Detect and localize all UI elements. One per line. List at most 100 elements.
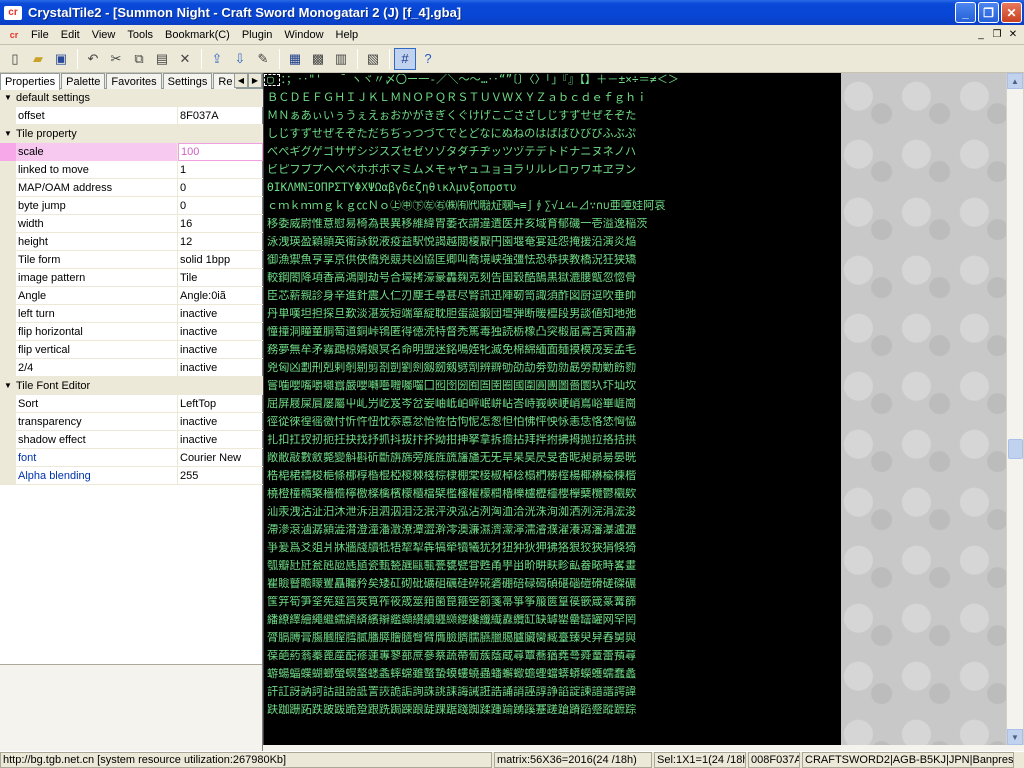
tile-row[interactable]: 敞敝敲數斂斃變斛斟斫斷旃旆旁旄旌旒旛旙无旡旱杲昊昃旻杳昵昶昴昜晏晄 xyxy=(267,452,841,470)
delete-icon[interactable]: ✕ xyxy=(174,48,196,70)
prop-height[interactable]: height 12 xyxy=(0,232,263,251)
prop-map-oam-address[interactable]: MAP/OAM address 0 xyxy=(0,178,263,197)
export-icon[interactable]: ⇪ xyxy=(206,48,228,70)
tile-row[interactable]: 兇匈凶劃刑剋剌剞剔剪剳剴劉劍劔劒剱劈劑辨辧劬劭劼劵勁勍勗勞勣勦飭勠 xyxy=(267,362,841,380)
collapse-icon[interactable]: ▼ xyxy=(0,93,16,102)
tile-row[interactable]: 徑從徠徨徭徼忖忻忤忸忱忝悳忿怡恠怙怐怩怎怱怛怕怫怦怏怺恚恁恪恷恟恊 xyxy=(267,416,841,434)
prop-value[interactable]: inactive xyxy=(178,413,263,431)
import-image-icon[interactable]: ▧ xyxy=(362,48,384,70)
prop-value[interactable]: 1 xyxy=(178,161,263,179)
prop-sort[interactable]: Sort LeftTop xyxy=(0,394,263,413)
menu-view[interactable]: View xyxy=(86,25,122,45)
prop-value[interactable]: inactive xyxy=(178,323,263,341)
tile-row[interactable]: ΘΙΚΛΜΝΞΟΠΡΣΤΥΦΧΨΩαβγδεζηθικλμνξοπρστυ xyxy=(267,182,841,200)
tile-row[interactable]: 御漁禦魚亨享京供侠僑兇競共凶協匡卿叫喬境峡強彊怯恐恭挟教橋況狂狭矯 xyxy=(267,254,841,272)
collapse-icon[interactable]: ▼ xyxy=(0,129,16,138)
tile-row[interactable]: 移委威尉惟意慰易椅為畏異移維緯胃萎衣謂違遺医井亥域育郁磯一壱溢逸稲茨 xyxy=(267,218,841,236)
tab-favorites[interactable]: Favorites xyxy=(106,73,162,89)
undo-icon[interactable]: ↶ xyxy=(82,48,104,70)
tile-row[interactable]: 瓠瓣瓧瓩瓮瓲瓰瓱瓸瓷甄甃甅甌甎甍甕甓甞甦甬甼畄畍畊畉畛畆畚畩畤畧畫 xyxy=(267,560,841,578)
tile-row[interactable]: 嘗噛嚶嘴嚼囃囂嚴嚶囀囈囎囑囓囗囮囹圀囿圄圉圈國圍圓團圖嗇圜圦圷圸坎 xyxy=(267,380,841,398)
help-icon[interactable]: ? xyxy=(417,48,439,70)
prop-tile-form[interactable]: Tile form solid 1bpp xyxy=(0,250,263,269)
tile-row[interactable]: 橈橙橦橢檠檣檐檸檄檪檎檳檬櫃檔檗檻櫁櫂檬櫚櫓櫟櫨櫪櫺櫻欅蘖欖鬱欟欸 xyxy=(267,488,841,506)
restore-button[interactable]: ❐ xyxy=(978,2,999,23)
prop-value[interactable]: Angle:0iã xyxy=(178,287,263,305)
category-tile-font-editor[interactable]: ▼ Tile Font Editor xyxy=(0,377,263,395)
edit-icon[interactable]: ✎ xyxy=(252,48,274,70)
tile-row[interactable]: 泳洩瑛盈穎頴英衛詠鋭液疫益駅悦謁越閲榎厭円園堰奄宴延怨掩援沿演炎焔 xyxy=(267,236,841,254)
category-tile-property[interactable]: ▼ Tile property xyxy=(0,125,263,143)
prop-value[interactable]: inactive xyxy=(178,359,263,377)
tile-row[interactable]: ▢ ：；‥"'｀ ̄＾ヽヾ〃〆〇ー一‐／＼～〜…‥“”〔〕〈〉「」『』【】＋－±… xyxy=(267,74,841,92)
prop-value[interactable]: 16 xyxy=(178,215,263,233)
prop-value[interactable]: inactive xyxy=(178,431,263,449)
tile-glyph-grid[interactable]: ▢ ：；‥"'｀ ̄＾ヽヾ〃〆〇ー一‐／＼～〜…‥“”〔〕〈〉「」『』【】＋－±… xyxy=(264,73,841,722)
prop-flip-horizontal[interactable]: flip horizontal inactive xyxy=(0,322,263,341)
cut-icon[interactable]: ✂ xyxy=(105,48,127,70)
category-default-settings[interactable]: ▼ default settings xyxy=(0,89,263,107)
import-icon[interactable]: ⇩ xyxy=(229,48,251,70)
tab-scroll-right-icon[interactable]: ▶ xyxy=(248,73,262,88)
close-button[interactable]: ✕ xyxy=(1001,2,1022,23)
prop-value[interactable]: 0 xyxy=(178,197,263,215)
tile-row[interactable]: 扎扣扛扠扨扼抂抉找抒抓抖拔抃抔拗拑抻拏拿拆擔拈拜拌拊拂拇抛拉挌拮拱 xyxy=(267,434,841,452)
tile-row[interactable]: しじすずせぜそぞただちぢっつづてでとどなにぬねのはばぱひびぴふぶぷ xyxy=(267,128,841,146)
mdi-close-button[interactable]: ✕ xyxy=(1006,28,1020,41)
vertical-scrollbar[interactable]: ▲ ▼ xyxy=(1006,73,1023,745)
menu-file[interactable]: File xyxy=(25,25,55,45)
tab-palette[interactable]: Palette xyxy=(61,73,106,89)
tile-row[interactable]: 較鋼閤降項香高鴻剛劫号合壕拷濠豪轟麹克刻告国穀酷鵠黒獄漉腰甑忽惚骨 xyxy=(267,272,841,290)
prop-image-pattern[interactable]: image pattern Tile xyxy=(0,268,263,287)
prop-linked-to-move[interactable]: linked to move 1 xyxy=(0,160,263,179)
tile-row[interactable]: 滯滲滾滷潺潁澁潸澄潼潘澂潦潭澀澣澪澳濂濕濟濛濘濡濬濮濯瀁瀉瀋瀑瀘瀝 xyxy=(267,524,841,542)
prop-font[interactable]: font Courier New xyxy=(0,448,263,467)
prop-value[interactable]: Courier New xyxy=(178,449,263,467)
tile-row[interactable]: 筺笄筍笋筌筅筵筥筴筧筰筱筬筮箝箘箟箍箜箚箋箒箏筝箙篋篁篌篏箴篆篝篩 xyxy=(267,596,841,614)
tile-row[interactable]: 爭爰爲爻爼爿牀牆牋牘牴牾犂犁犇犒犖犢犧犹犲狃狆狄狎狒狢狠狡狹狷倏猗 xyxy=(267,542,841,560)
tile-view-icon[interactable]: ▦ xyxy=(284,48,306,70)
tile-row[interactable]: ビピフブプヘベペホボポマミムメモャヤュユョヨラリルレロヮワヰヱヲン xyxy=(267,164,841,182)
menu-tools[interactable]: Tools xyxy=(121,25,159,45)
prop-byte-jump[interactable]: byte jump 0 xyxy=(0,196,263,215)
tab-settings[interactable]: Settings xyxy=(162,73,213,89)
prop-transparency[interactable]: transparency inactive xyxy=(0,412,263,431)
prop-left-turn[interactable]: left turn inactive xyxy=(0,304,263,323)
tile-row[interactable]: 葆葩葯蓊蓁蓖蓙蓜蓚蓮蓴蓼蔀蔗蔘蔡蔬蔕蔔蔟蔭蔵蕁蕈蕎蕕蕘蕚蕣蕫蕾蕷蕁 xyxy=(267,650,841,668)
prop-shadow-effect[interactable]: shadow effect inactive xyxy=(0,430,263,449)
scroll-up-icon[interactable]: ▲ xyxy=(1007,73,1023,89)
prop-value[interactable]: 255 xyxy=(178,467,263,485)
tile-row[interactable]: ＭＮぁあぃいぅうぇえぉおかがきぎくぐけげこごさざしじすずせぜそぞた xyxy=(267,110,841,128)
palette-view-icon[interactable]: ▩ xyxy=(307,48,329,70)
screenshot-icon[interactable]: ▥ xyxy=(330,48,352,70)
prop-2-4[interactable]: 2/4 inactive xyxy=(0,358,263,377)
prop-value[interactable]: inactive xyxy=(178,305,263,323)
prop-value[interactable]: LeftTop xyxy=(178,395,263,413)
mdi-minimize-button[interactable]: _ xyxy=(974,28,988,41)
tile-row[interactable]: 膂膈膊膏膓膕膣膤膩膰膵膾膸臀臂膺臉臍臑臙臘臈臚臟臠臧臺臻臾舁舂舅與 xyxy=(267,632,841,650)
prop-angle[interactable]: Angle Angle:0iã xyxy=(0,286,263,305)
grid-icon[interactable]: # xyxy=(394,47,416,70)
tile-row[interactable]: 趺跏跚跖跌跛跋跪跫跟跣跼踈踉跿踝踞踐踟蹂踵踰踴蹊蹇蹉蹌蹐蹈蹙蹤蹠踪 xyxy=(267,704,841,722)
minimize-button[interactable]: _ xyxy=(955,2,976,23)
open-folder-icon[interactable]: ▰ xyxy=(27,48,49,70)
prop-alpha-blending[interactable]: Alpha blending 255 xyxy=(0,466,263,485)
prop-width[interactable]: width 16 xyxy=(0,214,263,233)
tile-row[interactable]: べぺギグゲゴサザシジスズセゼソゾタダチヂッツヅテデトドナニヌネノハ xyxy=(267,146,841,164)
menu-edit[interactable]: Edit xyxy=(55,25,86,45)
tile-row[interactable]: ＢＣＤＥＦＧＨＩＪＫＬＭＮＯＰＱＲＳＴＵＶＷＸＹＺａｂｃｄｅｆｇｈｉ xyxy=(267,92,841,110)
tile-row[interactable]: ｃｍｋｍｍｇｋｇ㏄Ｎｏ㊤㊥㊦㊧㊨㈱㈲㈹㍾㍽㍼≒≡∫∮∑√⊥∠∟⊿∵∩∪亜唖娃阿哀 xyxy=(267,200,841,218)
tile-row[interactable]: 訐訌訝訥訶詁詛詒詆詈詼詭詬詢誅誂誄誨誡誑誥誦誚誣諄諍諂諚諫諳諧諤諱 xyxy=(267,686,841,704)
prop-scale[interactable]: scale 100 xyxy=(0,142,263,161)
prop-value[interactable]: 12 xyxy=(178,233,263,251)
tile-row[interactable]: 蝣蝪蝠蝶蝴螂螢螟螯蟋螽蟀蟐雖螫蟄蟆螻蟯蟲蟠蠏蠍蟾蟶蟷蠎蟒蠑蠖蠕蠢蠡 xyxy=(267,668,841,686)
menu-plugin[interactable]: Plugin xyxy=(236,25,279,45)
tile-row[interactable]: 瞿瞼瞽瞻矇矍矗矚矜矣矮矼砌砒礦砠礪硅碎硴碆硼碚碌碣碵碪碯磑磆磋磔碾 xyxy=(267,578,841,596)
tile-row[interactable]: 臣芯薪親診身辛進針震人仁刃塵壬尋甚尽腎訊迅陣靭笥諏須酢図厨逗吹垂帥 xyxy=(267,290,841,308)
prop-value[interactable]: 8F037A xyxy=(178,107,263,125)
tile-row[interactable]: 繙繚繹繪繩繼繻纃緕繽辮繿纈纉續纒纐纓纔纖纎纛纜缸缺罅罌罍罎罐网罕罔 xyxy=(267,614,841,632)
tile-viewer[interactable]: ▢ ：；‥"'｀ ̄＾ヽヾ〃〆〇ー一‐／＼～〜…‥“”〔〕〈〉「」『』【】＋－±… xyxy=(263,73,841,745)
new-file-icon[interactable]: ▯ xyxy=(4,48,26,70)
prop-value[interactable]: 0 xyxy=(178,179,263,197)
tile-row[interactable]: 務夢無牟矛霧鵡椋婿娘冥名命明盟迷銘鳴姪牝滅免棉綿緬面麺摸模茂妄孟毛 xyxy=(267,344,841,362)
